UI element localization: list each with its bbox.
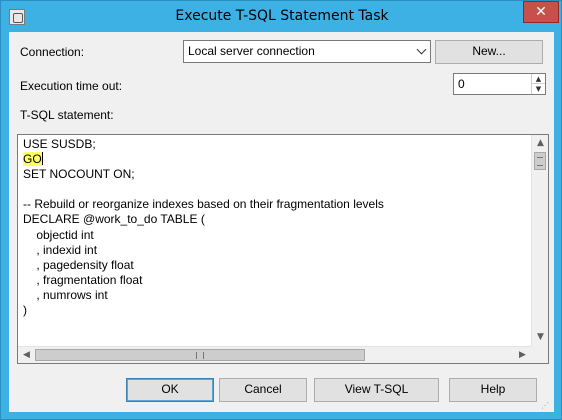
connection-value: Local server connection bbox=[188, 44, 315, 58]
window-title: Execute T-SQL Statement Task bbox=[175, 8, 389, 24]
tsql-statement-label: T-SQL statement: bbox=[20, 108, 114, 122]
stepper-buttons: ▲ ▼ bbox=[531, 74, 545, 94]
vertical-scroll-thumb[interactable] bbox=[534, 152, 546, 170]
code-line-text: , numrows int bbox=[23, 287, 108, 302]
dialog-window: Execute T-SQL Statement Task ✕ Connectio… bbox=[0, 0, 562, 420]
tsql-editor[interactable]: USE SUSDB; GO SET NOCOUNT ON; -- Rebuild… bbox=[17, 134, 549, 364]
horizontal-scroll-thumb[interactable] bbox=[35, 349, 365, 361]
code-line: USE SUSDB; bbox=[23, 137, 523, 152]
spin-up-icon[interactable]: ▲ bbox=[532, 74, 545, 84]
code-line-text: USE SUSDB; bbox=[23, 137, 96, 151]
view-tsql-button[interactable]: View T-SQL bbox=[314, 378, 439, 402]
cancel-button[interactable]: Cancel bbox=[219, 378, 307, 402]
text-caret bbox=[41, 152, 43, 166]
code-line: , numrows int bbox=[23, 288, 523, 303]
code-line-text: ) bbox=[23, 303, 27, 318]
connection-dropdown[interactable]: Local server connection bbox=[183, 40, 431, 63]
close-button[interactable]: ✕ bbox=[523, 1, 559, 23]
code-line: DECLARE @work_to_do TABLE ( bbox=[23, 212, 523, 227]
vertical-scrollbar[interactable]: ▲ ▼ bbox=[531, 135, 548, 346]
scroll-down-icon[interactable]: ▼ bbox=[532, 329, 549, 346]
code-area[interactable]: USE SUSDB; GO SET NOCOUNT ON; -- Rebuild… bbox=[23, 137, 523, 318]
new-connection-button[interactable]: New... bbox=[435, 40, 543, 64]
timeout-label: Execution time out: bbox=[20, 79, 123, 93]
code-line-text: , indexid int bbox=[23, 242, 98, 257]
scroll-left-icon[interactable]: ◀ bbox=[18, 347, 35, 364]
code-line: ) bbox=[23, 303, 523, 318]
highlighted-text: GO bbox=[23, 152, 43, 167]
code-line: , indexid int bbox=[23, 243, 523, 258]
connection-label: Connection: bbox=[20, 45, 85, 59]
ok-button[interactable]: OK bbox=[126, 378, 214, 402]
code-line-text: DECLARE @work_to_do TABLE ( bbox=[23, 212, 205, 227]
code-line-highlighted: GO bbox=[23, 152, 523, 167]
title-bar: Execute T-SQL Statement Task ✕ bbox=[1, 1, 561, 33]
code-line: SET NOCOUNT ON; bbox=[23, 167, 523, 182]
timeout-stepper[interactable]: 0 ▲ ▼ bbox=[453, 73, 546, 95]
code-line-text: SET NOCOUNT ON; bbox=[23, 167, 135, 182]
timeout-value: 0 bbox=[458, 77, 465, 91]
dialog-client-area: Connection: Local server connection New.… bbox=[9, 32, 554, 412]
code-line: , fragmentation float bbox=[23, 273, 523, 288]
code-line-text: -- Rebuild or reorganize indexes based o… bbox=[23, 197, 384, 212]
code-line: -- Rebuild or reorganize indexes based o… bbox=[23, 197, 523, 212]
code-line-text: objectid int bbox=[23, 227, 94, 242]
spin-down-icon[interactable]: ▼ bbox=[532, 84, 545, 94]
scroll-right-icon[interactable]: ▶ bbox=[514, 347, 531, 364]
code-line: objectid int bbox=[23, 228, 523, 243]
scrollbar-corner bbox=[531, 346, 548, 363]
code-line-text: , pagedensity float bbox=[23, 257, 134, 272]
scroll-up-icon[interactable]: ▲ bbox=[532, 135, 549, 152]
resize-grip-icon[interactable]: ⋰ bbox=[541, 401, 553, 411]
code-line: , pagedensity float bbox=[23, 258, 523, 273]
help-button[interactable]: Help bbox=[449, 378, 537, 402]
horizontal-scrollbar[interactable]: ◀ ▶ bbox=[18, 346, 531, 363]
code-line-text: , fragmentation float bbox=[23, 272, 143, 287]
chevron-down-icon bbox=[416, 44, 427, 55]
code-line-text: GO bbox=[23, 152, 42, 167]
